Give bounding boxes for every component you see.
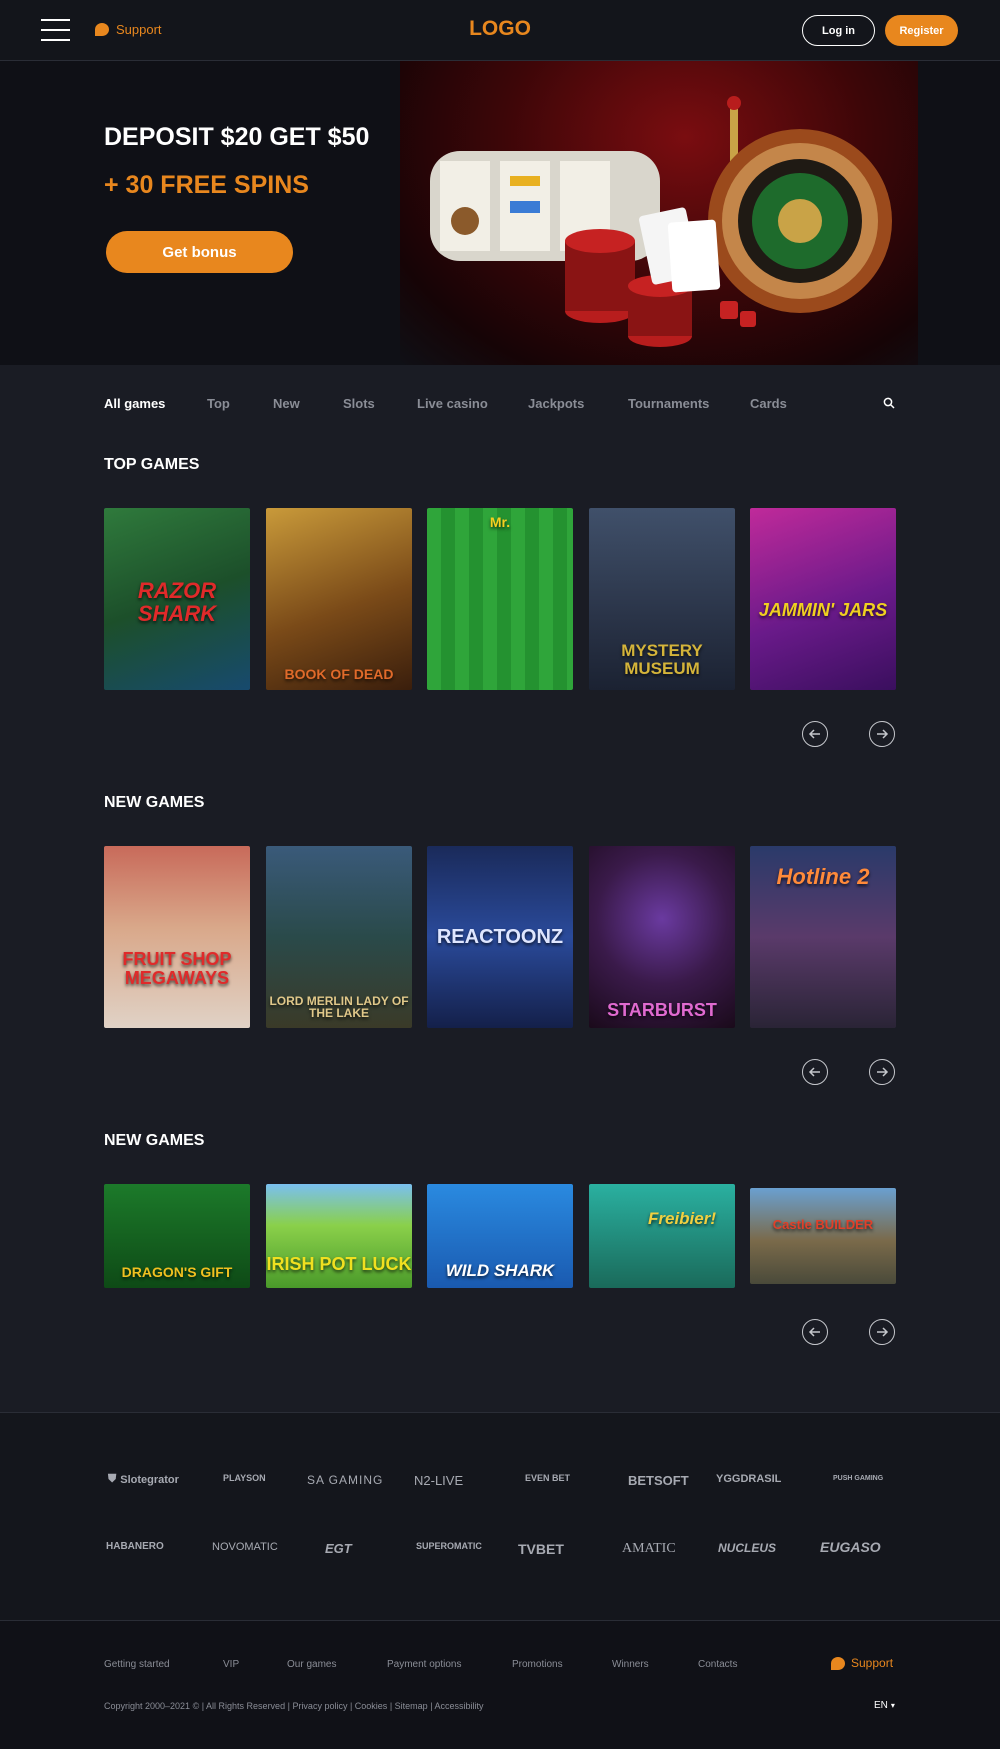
footer-link-contacts[interactable]: Contacts bbox=[698, 1659, 737, 1670]
support-label: Support bbox=[851, 1656, 894, 1670]
arrow-left-icon bbox=[808, 1067, 820, 1077]
tab-live-casino[interactable]: Live casino bbox=[417, 396, 488, 411]
game-tile[interactable]: RAZOR SHARK bbox=[104, 508, 250, 690]
get-bonus-button[interactable]: Get bonus bbox=[106, 231, 293, 273]
sitemap-link[interactable]: Sitemap bbox=[395, 1701, 428, 1711]
footer-link-our-games[interactable]: Our games bbox=[287, 1659, 336, 1670]
provider-logo: HABANERO bbox=[106, 1541, 164, 1552]
casino-hero-image bbox=[400, 61, 918, 365]
support-label: Support bbox=[116, 22, 162, 37]
privacy-policy-link[interactable]: Privacy policy bbox=[292, 1701, 347, 1711]
provider-logo: YGGDRASIL bbox=[716, 1473, 782, 1485]
new-games-title: NEW GAMES bbox=[104, 1132, 205, 1149]
arrow-right-icon bbox=[877, 729, 889, 739]
carousel-next-button[interactable] bbox=[869, 1059, 895, 1085]
arrow-left-icon bbox=[808, 1327, 820, 1337]
footer-link-vip[interactable]: VIP bbox=[223, 1659, 239, 1670]
carousel-prev-button[interactable] bbox=[802, 721, 828, 747]
provider-logo: NUCLEUS bbox=[718, 1541, 777, 1555]
provider-logo: SA GAMING bbox=[307, 1473, 384, 1487]
providers-section: ⛊ Slotegrator PLAYSON SA GAMING N2-LIVE E… bbox=[0, 1412, 1000, 1620]
tab-tournaments[interactable]: Tournaments bbox=[628, 396, 709, 411]
provider-logo: TVBET bbox=[518, 1541, 564, 1557]
language-selector[interactable]: EN ▾ bbox=[874, 1700, 895, 1711]
carousel-next-button[interactable] bbox=[869, 721, 895, 747]
hero-subtitle: + 30 FREE SPINS bbox=[104, 171, 309, 199]
tab-slots[interactable]: Slots bbox=[343, 396, 375, 411]
game-tile[interactable]: FRUIT SHOP MEGAWAYS bbox=[104, 846, 250, 1028]
carousel-prev-button[interactable] bbox=[802, 1319, 828, 1345]
game-tile[interactable]: IRISH POT LUCK bbox=[266, 1184, 412, 1288]
site-footer: Getting started VIP Our games Payment op… bbox=[0, 1620, 1000, 1749]
cookies-link[interactable]: Cookies bbox=[355, 1701, 388, 1711]
tab-cards[interactable]: Cards bbox=[750, 396, 787, 411]
login-button[interactable]: Log in bbox=[802, 15, 875, 46]
new-games-title: NEW GAMES bbox=[104, 794, 205, 811]
support-link-footer[interactable]: Support bbox=[831, 1656, 893, 1670]
provider-logo: BETSOFT bbox=[628, 1473, 689, 1488]
game-tile[interactable]: MYSTERY MUSEUM bbox=[589, 508, 735, 690]
arrow-left-icon bbox=[808, 729, 820, 739]
provider-logo: EUGASO bbox=[820, 1539, 881, 1555]
arrow-right-icon bbox=[877, 1067, 889, 1077]
carousel-next-button[interactable] bbox=[869, 1319, 895, 1345]
language-label: EN bbox=[874, 1700, 888, 1711]
game-tile[interactable]: LORD MERLIN LADY OF THE LAKE bbox=[266, 846, 412, 1028]
provider-logo: SUPEROMATIC bbox=[416, 1541, 482, 1551]
game-tile[interactable]: JAMMIN' JARS bbox=[750, 508, 896, 690]
top-games-title: TOP GAMES bbox=[104, 456, 200, 473]
accessibility-link[interactable]: Accessibility bbox=[435, 1701, 484, 1711]
game-tile[interactable]: Mr. bbox=[427, 508, 573, 690]
game-tile[interactable]: WILD SHARK bbox=[427, 1184, 573, 1288]
game-tile[interactable]: REACTOONZ bbox=[427, 846, 573, 1028]
provider-logo: EVEN BET bbox=[525, 1473, 571, 1483]
provider-logo: PUSH GAMING bbox=[833, 1475, 884, 1482]
slot-roulette-illustration bbox=[430, 96, 892, 347]
chat-bubble-icon bbox=[831, 1656, 845, 1670]
caret-down-icon: ▾ bbox=[890, 1701, 895, 1710]
game-tile[interactable]: Castle BUILDER bbox=[750, 1188, 896, 1284]
game-tile[interactable]: BOOK OF DEAD bbox=[266, 508, 412, 690]
tab-jackpots[interactable]: Jackpots bbox=[528, 396, 584, 411]
tab-top[interactable]: Top bbox=[207, 396, 230, 411]
hero-title: DEPOSIT $20 GET $50 bbox=[104, 123, 370, 151]
site-header: Support LOGO Log in Register bbox=[0, 0, 1000, 61]
menu-icon[interactable] bbox=[41, 19, 70, 41]
footer-link-winners[interactable]: Winners bbox=[612, 1659, 649, 1670]
tab-all-games[interactable]: All games bbox=[104, 396, 165, 411]
provider-logo: ⛊ Slotegrator bbox=[108, 1473, 179, 1486]
shield-icon: ⛊ bbox=[108, 1473, 117, 1485]
copyright-text: Copyright 2000–2021 © | All Rights Reser… bbox=[104, 1701, 484, 1711]
provider-logo: EGT bbox=[325, 1541, 352, 1556]
game-tile[interactable]: STARBURST bbox=[589, 846, 735, 1028]
footer-link-promotions[interactable]: Promotions bbox=[512, 1659, 563, 1670]
footer-link-getting-started[interactable]: Getting started bbox=[104, 1659, 170, 1670]
carousel-prev-button[interactable] bbox=[802, 1059, 828, 1085]
tab-new[interactable]: New bbox=[273, 396, 300, 411]
search-icon[interactable] bbox=[883, 397, 895, 409]
footer-link-payment-options[interactable]: Payment options bbox=[387, 1659, 462, 1670]
provider-logo: AMATIC bbox=[622, 1541, 676, 1556]
game-tile[interactable]: Freibier! bbox=[589, 1184, 735, 1288]
game-tile[interactable]: Hotline 2 bbox=[750, 846, 896, 1028]
provider-logo: PLAYSON bbox=[223, 1473, 266, 1483]
support-link[interactable]: Support bbox=[95, 22, 162, 37]
provider-logo: N2-LIVE bbox=[414, 1473, 464, 1488]
game-tile[interactable]: DRAGON'S GIFT bbox=[104, 1184, 250, 1288]
hero-banner: DEPOSIT $20 GET $50 + 30 FREE SPINS Get … bbox=[0, 61, 1000, 365]
register-button[interactable]: Register bbox=[885, 15, 958, 46]
chat-bubble-icon bbox=[95, 23, 109, 36]
game-category-tabs: All games Top New Slots Live casino Jack… bbox=[104, 396, 894, 416]
provider-logo: NOVOMATIC bbox=[212, 1541, 278, 1553]
arrow-right-icon bbox=[877, 1327, 889, 1337]
